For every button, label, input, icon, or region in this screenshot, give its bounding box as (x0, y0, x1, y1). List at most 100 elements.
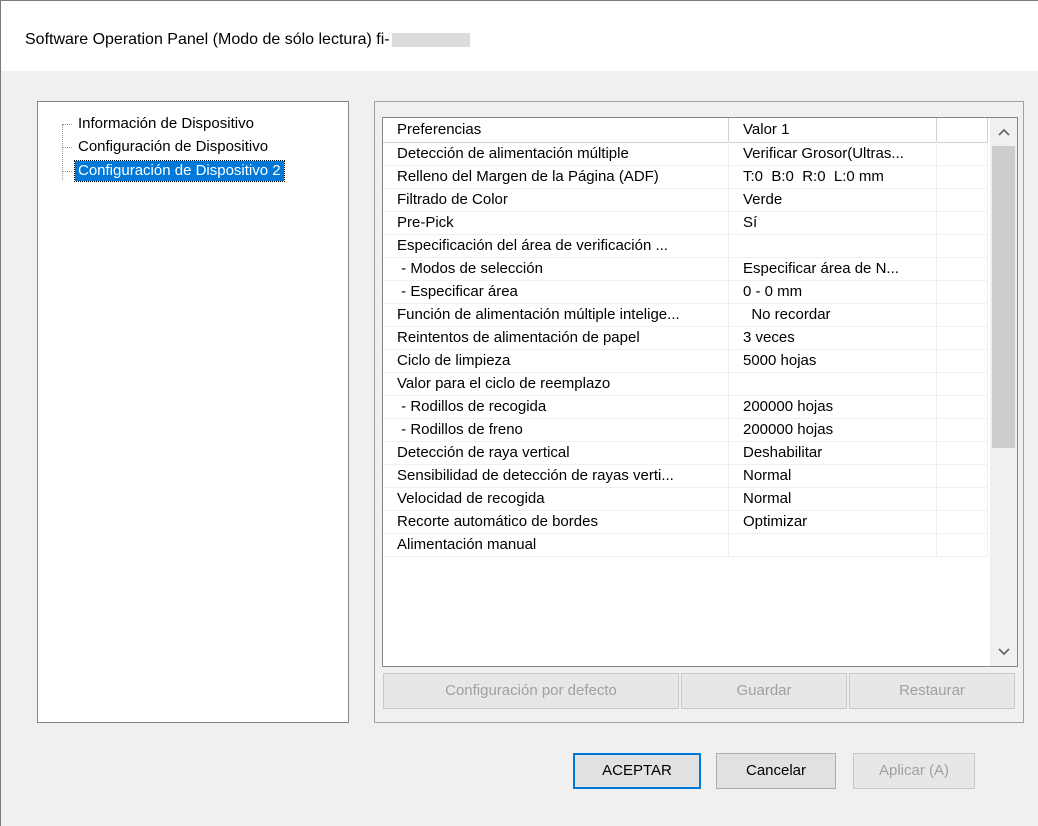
preference-name-cell: - Rodillos de recogida (383, 395, 729, 418)
vertical-scrollbar[interactable] (990, 118, 1017, 666)
column-header-value[interactable]: Valor 1 (729, 118, 937, 142)
preference-value-cell (729, 234, 937, 257)
settings-tree: Información de Dispositivo Configuración… (37, 101, 349, 723)
save-button[interactable]: Guardar (681, 673, 847, 709)
table-row[interactable]: Función de alimentación múltiple intelig… (383, 303, 988, 327)
preference-name-cell: - Modos de selección (383, 257, 729, 280)
extra-cell (937, 487, 988, 510)
grid-header: Preferencias Valor 1 (383, 118, 988, 143)
column-header-preferences[interactable]: Preferencias (383, 118, 729, 142)
preference-value-cell: Verde (729, 188, 937, 211)
extra-cell (937, 280, 988, 303)
extra-cell (937, 234, 988, 257)
preference-value-cell: 200000 hojas (729, 418, 937, 441)
table-row[interactable]: Detección de raya vertical Deshabilitar (383, 441, 988, 465)
table-row[interactable]: Reintentos de alimentación de papel 3 vec… (383, 326, 988, 350)
extra-cell (937, 395, 988, 418)
preference-value-cell: 5000 hojas (729, 349, 937, 372)
table-row[interactable]: Detección de alimentación múltiple Verifi… (383, 142, 988, 166)
extra-cell (937, 142, 988, 165)
tree-item-label: Configuración de Dispositivo (78, 138, 269, 155)
extra-cell (937, 441, 988, 464)
table-row[interactable]: Relleno del Margen de la Página (ADF) T:0… (383, 165, 988, 189)
table-row[interactable]: Recorte automático de bordes Optimizar (383, 510, 988, 534)
preference-name-cell: Detección de raya vertical (383, 441, 729, 464)
preference-name-cell: Función de alimentación múltiple intelig… (383, 303, 729, 326)
preference-name-cell: - Rodillos de freno (383, 418, 729, 441)
preference-value-cell: Especificar área de N... (729, 257, 937, 280)
preference-value-cell: Deshabilitar (729, 441, 937, 464)
table-row[interactable]: - Rodillos de freno 200000 hojas (383, 418, 988, 442)
preference-value-cell: Normal (729, 487, 937, 510)
preference-name-cell: Ciclo de limpieza (383, 349, 729, 372)
table-row[interactable]: - Especificar área 0 - 0 mm (383, 280, 988, 304)
extra-cell (937, 211, 988, 234)
preference-value-cell: Normal (729, 464, 937, 487)
preference-name-cell: Velocidad de recogida (383, 487, 729, 510)
tree-item-device-info[interactable]: Información de Dispositivo (62, 114, 257, 134)
preference-value-cell: Sí (729, 211, 937, 234)
table-row[interactable]: Pre-Pick Sí (383, 211, 988, 235)
extra-cell (937, 188, 988, 211)
window-title-text: Software Operation Panel (Modo de sólo l… (25, 31, 390, 48)
preference-value-cell (729, 533, 937, 556)
column-header-extra[interactable] (937, 118, 988, 142)
scroll-up-icon[interactable] (990, 120, 1017, 144)
preference-value-cell: T:0 B:0 R:0 L:0 mm (729, 165, 937, 188)
extra-cell (937, 349, 988, 372)
apply-button[interactable]: Aplicar (A) (853, 753, 975, 789)
extra-cell (937, 257, 988, 280)
cancel-button[interactable]: Cancelar (716, 753, 836, 789)
table-row[interactable]: Valor para el ciclo de reemplazo (383, 372, 988, 396)
extra-cell (937, 372, 988, 395)
preference-name-cell: Especificación del área de verificación … (383, 234, 729, 257)
tree-item-label: Información de Dispositivo (78, 115, 254, 132)
preference-name-cell: Valor para el ciclo de reemplazo (383, 372, 729, 395)
table-row[interactable]: Ciclo de limpieza 5000 hojas (383, 349, 988, 373)
redacted-model (391, 32, 470, 47)
preference-value-cell: 3 veces (729, 326, 937, 349)
extra-cell (937, 510, 988, 533)
ok-button[interactable]: ACEPTAR (573, 753, 701, 789)
preference-value-cell (729, 372, 937, 395)
preference-value-cell: No recordar (729, 303, 937, 326)
preference-name-cell: Sensibilidad de detección de rayas verti… (383, 464, 729, 487)
table-row[interactable]: - Modos de selección Especificar área de … (383, 257, 988, 281)
tree-item-device-config-2[interactable]: Configuración de Dispositivo 2 (62, 160, 285, 182)
extra-cell (937, 418, 988, 441)
preference-name-cell: Relleno del Margen de la Página (ADF) (383, 165, 729, 188)
table-row[interactable]: Velocidad de recogida Normal (383, 487, 988, 511)
scroll-down-icon[interactable] (990, 640, 1017, 664)
preference-name-cell: Reintentos de alimentación de papel (383, 326, 729, 349)
table-row[interactable]: Filtrado de Color Verde (383, 188, 988, 212)
preferences-grid[interactable]: Preferencias Valor 1 Detección de alimen… (382, 117, 1018, 667)
table-row[interactable]: - Rodillos de recogida 200000 hojas (383, 395, 988, 419)
preference-name-cell: Filtrado de Color (383, 188, 729, 211)
preference-name-cell: Recorte automático de bordes (383, 510, 729, 533)
preference-name-cell: Alimentación manual (383, 533, 729, 556)
table-row[interactable]: Sensibilidad de detección de rayas verti… (383, 464, 988, 488)
extra-cell (937, 464, 988, 487)
extra-cell (937, 326, 988, 349)
window-title: Software Operation Panel (Modo de sólo l… (25, 31, 470, 49)
default-config-button[interactable]: Configuración por defecto (383, 673, 679, 709)
preference-value-cell: Verificar Grosor(Ultras... (729, 142, 937, 165)
table-row[interactable]: Alimentación manual (383, 533, 988, 557)
scrollbar-thumb[interactable] (992, 146, 1015, 448)
preference-value-cell: 200000 hojas (729, 395, 937, 418)
restore-button[interactable]: Restaurar (849, 673, 1015, 709)
tree-item-device-config[interactable]: Configuración de Dispositivo (62, 137, 271, 157)
tree-branch-line (62, 123, 72, 125)
title-bar: Software Operation Panel (Modo de sólo l… (1, 1, 1038, 71)
tree-branch-line (62, 170, 72, 172)
preference-name-cell: Pre-Pick (383, 211, 729, 234)
tree-branch-line (62, 146, 72, 148)
preference-name-cell: - Especificar área (383, 280, 729, 303)
extra-cell (937, 165, 988, 188)
preference-value-cell: 0 - 0 mm (729, 280, 937, 303)
table-row[interactable]: Especificación del área de verificación … (383, 234, 988, 258)
tree-item-label: Configuración de Dispositivo 2 (74, 160, 285, 182)
preference-value-cell: Optimizar (729, 510, 937, 533)
software-operation-panel-window: Software Operation Panel (Modo de sólo l… (0, 0, 1038, 826)
preference-name-cell: Detección de alimentación múltiple (383, 142, 729, 165)
